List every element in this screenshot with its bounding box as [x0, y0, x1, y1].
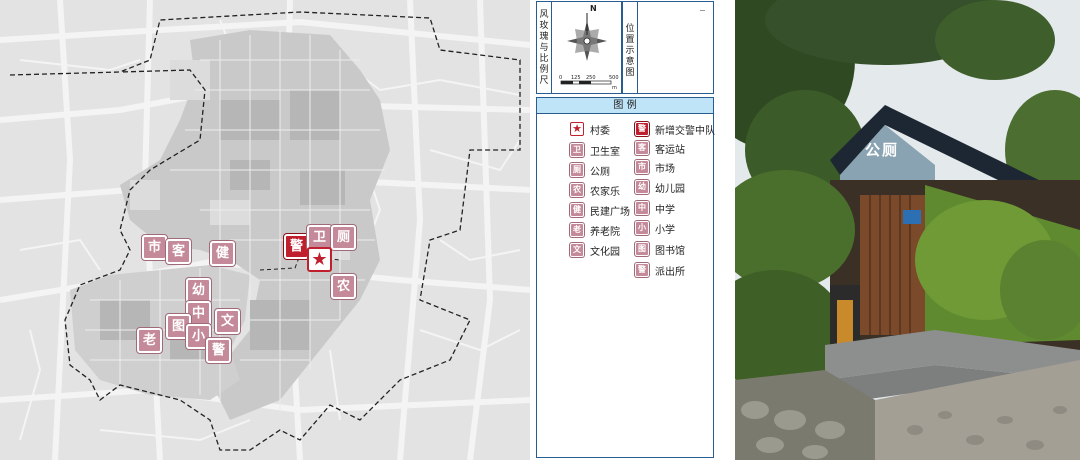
clinic-icon: 卫: [570, 143, 584, 157]
north-label: N: [590, 4, 597, 13]
legend-item-traffic-police: 警 新增交警中队: [635, 121, 715, 137]
farm-stay-marker[interactable]: 农: [331, 274, 356, 299]
map-base: [0, 0, 530, 460]
toilet-icon: 厕: [570, 163, 584, 177]
market-icon: 市: [635, 160, 649, 174]
kindergarten-marker[interactable]: 幼: [186, 278, 211, 303]
legend-box: 图 例 ★ 村委 卫 卫生室 厕 公厕 农 农家乐 健 民建广场 老 养老院 文…: [536, 97, 715, 458]
scale-bar: [560, 80, 612, 85]
nursing-home-marker[interactable]: 老: [137, 328, 162, 353]
compass-scale-box: 风玫瑰与比例尺 N 0 125 250 500 m: [536, 1, 622, 94]
fitness-square-marker[interactable]: 健: [210, 241, 235, 266]
legend-item-farm-stay: 农 农家乐: [570, 182, 620, 198]
legend-item-fitness-square: 健 民建广场: [570, 202, 630, 218]
police-station-marker[interactable]: 警: [206, 338, 231, 363]
legend-item-clinic: 卫 卫生室: [570, 142, 620, 158]
traffic-police-icon: 警: [635, 122, 649, 136]
legend-item-library: 图 图书馆: [635, 241, 685, 257]
legend-item-culture-park: 文 文化园: [570, 242, 620, 258]
primary-school-icon: 小: [635, 221, 649, 235]
toilet-sign: 公厕: [865, 141, 900, 159]
scale-unit: m: [612, 85, 617, 91]
legend-label: 新增交警中队: [655, 125, 715, 137]
market-marker[interactable]: 市: [142, 235, 167, 260]
legend-item-kindergarten: 幼 幼儿园: [635, 179, 685, 195]
public-toilet-photo: 公厕: [735, 0, 1080, 460]
legend-label: 幼儿园: [655, 183, 685, 195]
bus-station-marker[interactable]: 客: [166, 239, 191, 264]
police-station-icon: 警: [635, 263, 649, 277]
compass-scale-title: 风玫瑰与比例尺: [539, 10, 549, 86]
star-icon: ★: [311, 249, 328, 270]
legend-item-nursing-home: 老 养老院: [570, 222, 620, 238]
legend-label: 村委: [590, 125, 610, 137]
legend-label: 农家乐: [590, 186, 620, 198]
toilet-marker[interactable]: 厕: [331, 225, 356, 250]
legend-label: 图书馆: [655, 245, 685, 257]
legend-label: 市场: [655, 163, 675, 175]
legend-label: 派出所: [655, 266, 685, 278]
legend-label: 养老院: [590, 226, 620, 238]
location-title: 位置示意图: [625, 24, 635, 78]
star-icon: ★: [570, 122, 584, 136]
map-side-panel: 风玫瑰与比例尺 N 0 125 250 500 m 位置示意图 图 例 ★ 村委…: [533, 0, 723, 460]
legend-title: 图 例: [537, 98, 713, 114]
bus-station-icon: 客: [635, 141, 649, 155]
fitness-icon: 健: [570, 203, 584, 217]
scale-tick-0: 0: [559, 75, 563, 81]
legend-label: 中学: [655, 204, 675, 216]
legend-item-market: 市 市场: [635, 159, 675, 175]
legend-label: 小学: [655, 224, 675, 236]
legend-label: 卫生室: [590, 146, 620, 158]
legend-item-bus-station: 客 客运站: [635, 140, 685, 156]
farm-stay-icon: 农: [570, 183, 584, 197]
culture-park-marker[interactable]: 文: [215, 309, 240, 334]
location-dash: [700, 10, 705, 11]
legend-label: 客运站: [655, 144, 685, 156]
village-committee-marker[interactable]: ★: [307, 247, 332, 272]
nursing-home-icon: 老: [570, 223, 584, 237]
legend-label: 文化园: [590, 246, 620, 258]
legend-label: 公厕: [590, 166, 610, 178]
kindergarten-icon: 幼: [635, 180, 649, 194]
scale-tick-1: 125: [571, 75, 581, 81]
legend-label: 民建广场: [590, 206, 630, 218]
scale-tick-3: 500: [609, 75, 619, 81]
culture-park-icon: 文: [570, 243, 584, 257]
scale-tick-2: 250: [586, 75, 596, 81]
legend-item-police-station: 警 派出所: [635, 262, 685, 278]
traffic-police-marker[interactable]: 警: [284, 234, 309, 259]
photo-illustration: [735, 0, 1080, 460]
legend-item-middle-school: 中 中学: [635, 200, 675, 216]
legend-item-village-committee: ★ 村委: [570, 121, 610, 137]
middle-school-icon: 中: [635, 201, 649, 215]
legend-item-primary-school: 小 小学: [635, 220, 675, 236]
library-icon: 图: [635, 242, 649, 256]
legend-item-toilet: 厕 公厕: [570, 162, 610, 178]
location-box: 位置示意图: [622, 1, 714, 94]
village-map: 市 客 健 警 卫 厕 ★ 农 幼 中 文 图 小 老 警: [0, 0, 530, 460]
